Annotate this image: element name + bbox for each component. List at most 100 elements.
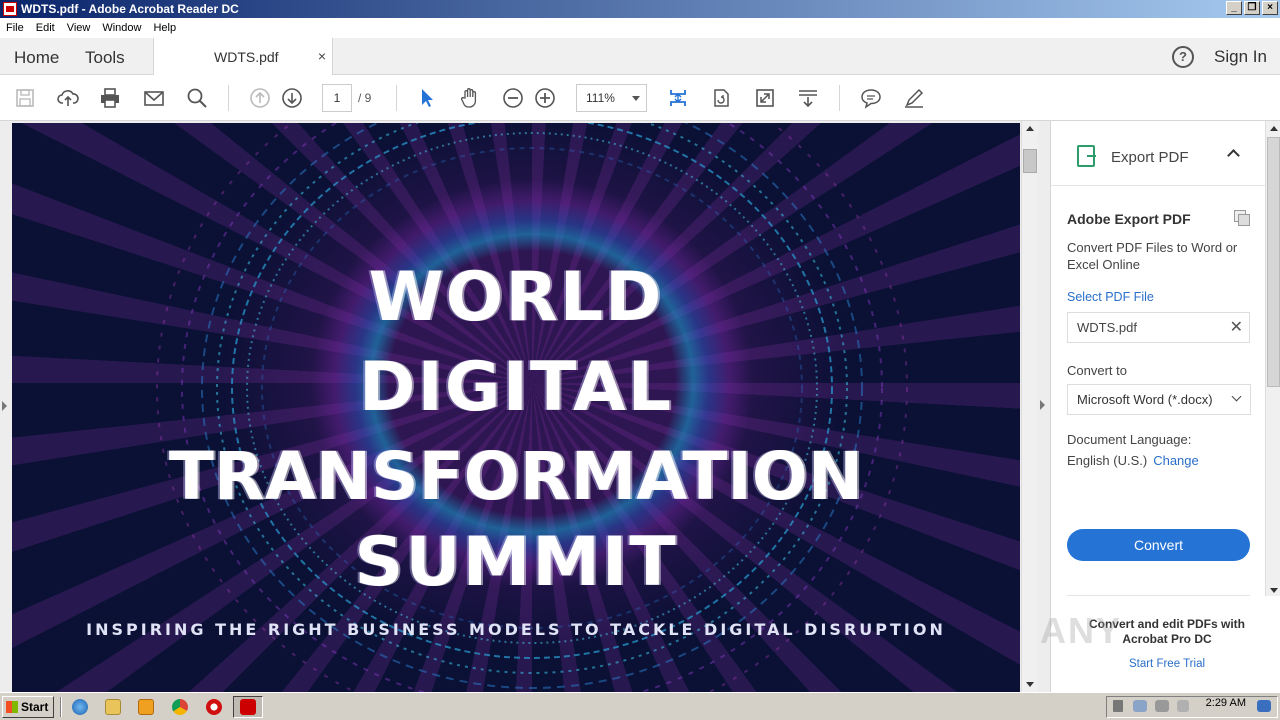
convert-button[interactable]: Convert bbox=[1067, 529, 1250, 561]
poster-title-line: DIGITAL bbox=[359, 348, 673, 427]
arrow-down-icon bbox=[1270, 588, 1278, 593]
scroll-down-button[interactable] bbox=[1022, 676, 1038, 692]
scroll-up-button[interactable] bbox=[1022, 121, 1038, 137]
arrow-down-icon bbox=[1026, 682, 1034, 687]
opera-icon[interactable] bbox=[206, 699, 222, 715]
menu-edit[interactable]: Edit bbox=[30, 22, 61, 34]
toolbar-divider bbox=[228, 85, 229, 111]
document-language-row: English (U.S.) Change bbox=[1067, 453, 1199, 468]
save-icon[interactable] bbox=[13, 86, 37, 110]
collapse-right-panel-icon[interactable] bbox=[1040, 400, 1045, 410]
menu-file[interactable]: File bbox=[0, 22, 30, 34]
change-language-link[interactable]: Change bbox=[1153, 453, 1199, 468]
scrolling-mode-icon[interactable] bbox=[666, 86, 690, 110]
sign-pen-icon[interactable] bbox=[902, 86, 926, 110]
tab-tools[interactable]: Tools bbox=[85, 48, 125, 68]
menu-window[interactable]: Window bbox=[96, 22, 147, 34]
chevron-down-icon bbox=[1231, 391, 1242, 402]
export-pdf-icon bbox=[1077, 145, 1096, 167]
menu-view[interactable]: View bbox=[61, 22, 97, 34]
system-tray bbox=[1106, 696, 1278, 718]
toolbar-divider bbox=[396, 85, 397, 111]
folder-icon[interactable] bbox=[105, 699, 121, 715]
hand-tool-icon[interactable] bbox=[458, 86, 482, 110]
upload-cloud-icon[interactable] bbox=[56, 86, 80, 110]
export-pdf-panel: Export PDF Adobe Export PDF Convert PDF … bbox=[1050, 121, 1267, 692]
tray-up-arrow-icon[interactable] bbox=[1113, 700, 1123, 712]
selected-file-name: WDTS.pdf bbox=[1077, 320, 1137, 335]
previous-page-icon[interactable] bbox=[248, 86, 272, 110]
pdf-app-icon bbox=[3, 2, 17, 16]
start-free-trial-link[interactable]: Start Free Trial bbox=[1067, 658, 1267, 670]
document-language-value: English (U.S.) bbox=[1067, 453, 1148, 468]
acrobat-icon bbox=[240, 699, 256, 715]
media-player-icon[interactable] bbox=[138, 699, 154, 715]
comment-icon[interactable] bbox=[859, 86, 883, 110]
panel-heading: Adobe Export PDF bbox=[1067, 211, 1191, 227]
document-language-label: Document Language: bbox=[1067, 432, 1192, 447]
select-pdf-file-link[interactable]: Select PDF File bbox=[1067, 290, 1154, 304]
sign-in-link[interactable]: Sign In bbox=[1214, 47, 1267, 67]
selected-file-field[interactable]: WDTS.pdf ✕ bbox=[1067, 312, 1250, 343]
system-clock: 2:29 AM bbox=[1205, 697, 1246, 709]
network-icon[interactable] bbox=[1133, 700, 1147, 712]
convert-format-select[interactable]: Microsoft Word (*.docx) bbox=[1067, 384, 1251, 415]
acrobat-taskbar-button[interactable] bbox=[233, 696, 263, 718]
select-cursor-icon[interactable] bbox=[415, 86, 439, 110]
window-title: WDTS.pdf - Adobe Acrobat Reader DC bbox=[21, 2, 239, 16]
zoom-level-value: 111% bbox=[586, 91, 615, 105]
next-page-icon[interactable] bbox=[280, 86, 304, 110]
watermark-logo: ANY bbox=[1040, 610, 1123, 651]
taskbar: Start 2:29 AM bbox=[0, 692, 1280, 720]
search-icon[interactable] bbox=[185, 86, 209, 110]
arrow-up-icon bbox=[1270, 126, 1278, 131]
scrollbar-thumb[interactable] bbox=[1023, 149, 1037, 173]
panel-scrollbar[interactable] bbox=[1265, 121, 1280, 596]
show-desktop-icon[interactable] bbox=[1257, 700, 1271, 712]
zoom-out-icon[interactable] bbox=[501, 86, 525, 110]
document-scrollbar[interactable] bbox=[1021, 121, 1038, 692]
read-mode-icon[interactable] bbox=[796, 86, 820, 110]
scrollbar-thumb[interactable] bbox=[1267, 137, 1280, 387]
expand-left-panel-icon[interactable] bbox=[2, 401, 7, 411]
email-icon[interactable] bbox=[142, 86, 166, 110]
document-viewer[interactable]: WORLD DIGITAL TRANSFORMATION SUMMIT INSP… bbox=[0, 121, 1050, 692]
scroll-down-button[interactable] bbox=[1266, 582, 1280, 596]
action-center-flag-icon[interactable] bbox=[1177, 700, 1189, 712]
poster-title-line: TRANSFORMATION bbox=[168, 438, 864, 515]
panel-title: Export PDF bbox=[1111, 149, 1189, 166]
volume-icon[interactable] bbox=[1155, 700, 1169, 712]
zoom-level-select[interactable]: 111% bbox=[576, 84, 647, 112]
pdf-page: WORLD DIGITAL TRANSFORMATION SUMMIT INSP… bbox=[12, 123, 1020, 692]
scroll-up-button[interactable] bbox=[1266, 121, 1280, 135]
copy-icon[interactable] bbox=[1234, 210, 1250, 226]
tab-home[interactable]: Home bbox=[14, 48, 59, 68]
poster-title-line: WORLD bbox=[368, 258, 664, 337]
close-window-button[interactable]: × bbox=[1262, 1, 1278, 15]
close-tab-icon[interactable]: × bbox=[318, 48, 326, 64]
page-number-input[interactable]: 1 bbox=[322, 84, 352, 112]
menu-help[interactable]: Help bbox=[147, 22, 182, 34]
window-title-bar: WDTS.pdf - Adobe Acrobat Reader DC _ ❐ × bbox=[0, 0, 1280, 18]
internet-explorer-icon[interactable] bbox=[72, 699, 88, 715]
clear-file-icon[interactable]: ✕ bbox=[1230, 313, 1243, 342]
help-icon[interactable]: ? bbox=[1172, 46, 1194, 68]
full-screen-icon[interactable] bbox=[753, 86, 777, 110]
rotate-view-icon[interactable] bbox=[709, 86, 733, 110]
restore-button[interactable]: ❐ bbox=[1244, 1, 1260, 15]
page-total: / 9 bbox=[358, 91, 372, 105]
toolbar-divider bbox=[839, 85, 840, 111]
chevron-up-icon[interactable] bbox=[1227, 149, 1240, 162]
toolbar: 1 / 9 111% bbox=[0, 75, 1280, 121]
tab-bar: Home Tools WDTS.pdf × bbox=[0, 38, 1280, 76]
start-button[interactable]: Start bbox=[2, 696, 54, 718]
minimize-button[interactable]: _ bbox=[1226, 1, 1242, 15]
print-icon[interactable] bbox=[98, 86, 122, 110]
poster-title-line: SUMMIT bbox=[354, 523, 678, 602]
zoom-in-icon[interactable] bbox=[533, 86, 557, 110]
chrome-icon[interactable] bbox=[172, 699, 188, 715]
window-controls: _ ❐ × bbox=[1226, 1, 1278, 15]
panel-header[interactable]: Export PDF bbox=[1051, 121, 1266, 186]
tab-document[interactable]: WDTS.pdf × bbox=[153, 38, 333, 76]
chevron-down-icon bbox=[632, 96, 640, 101]
